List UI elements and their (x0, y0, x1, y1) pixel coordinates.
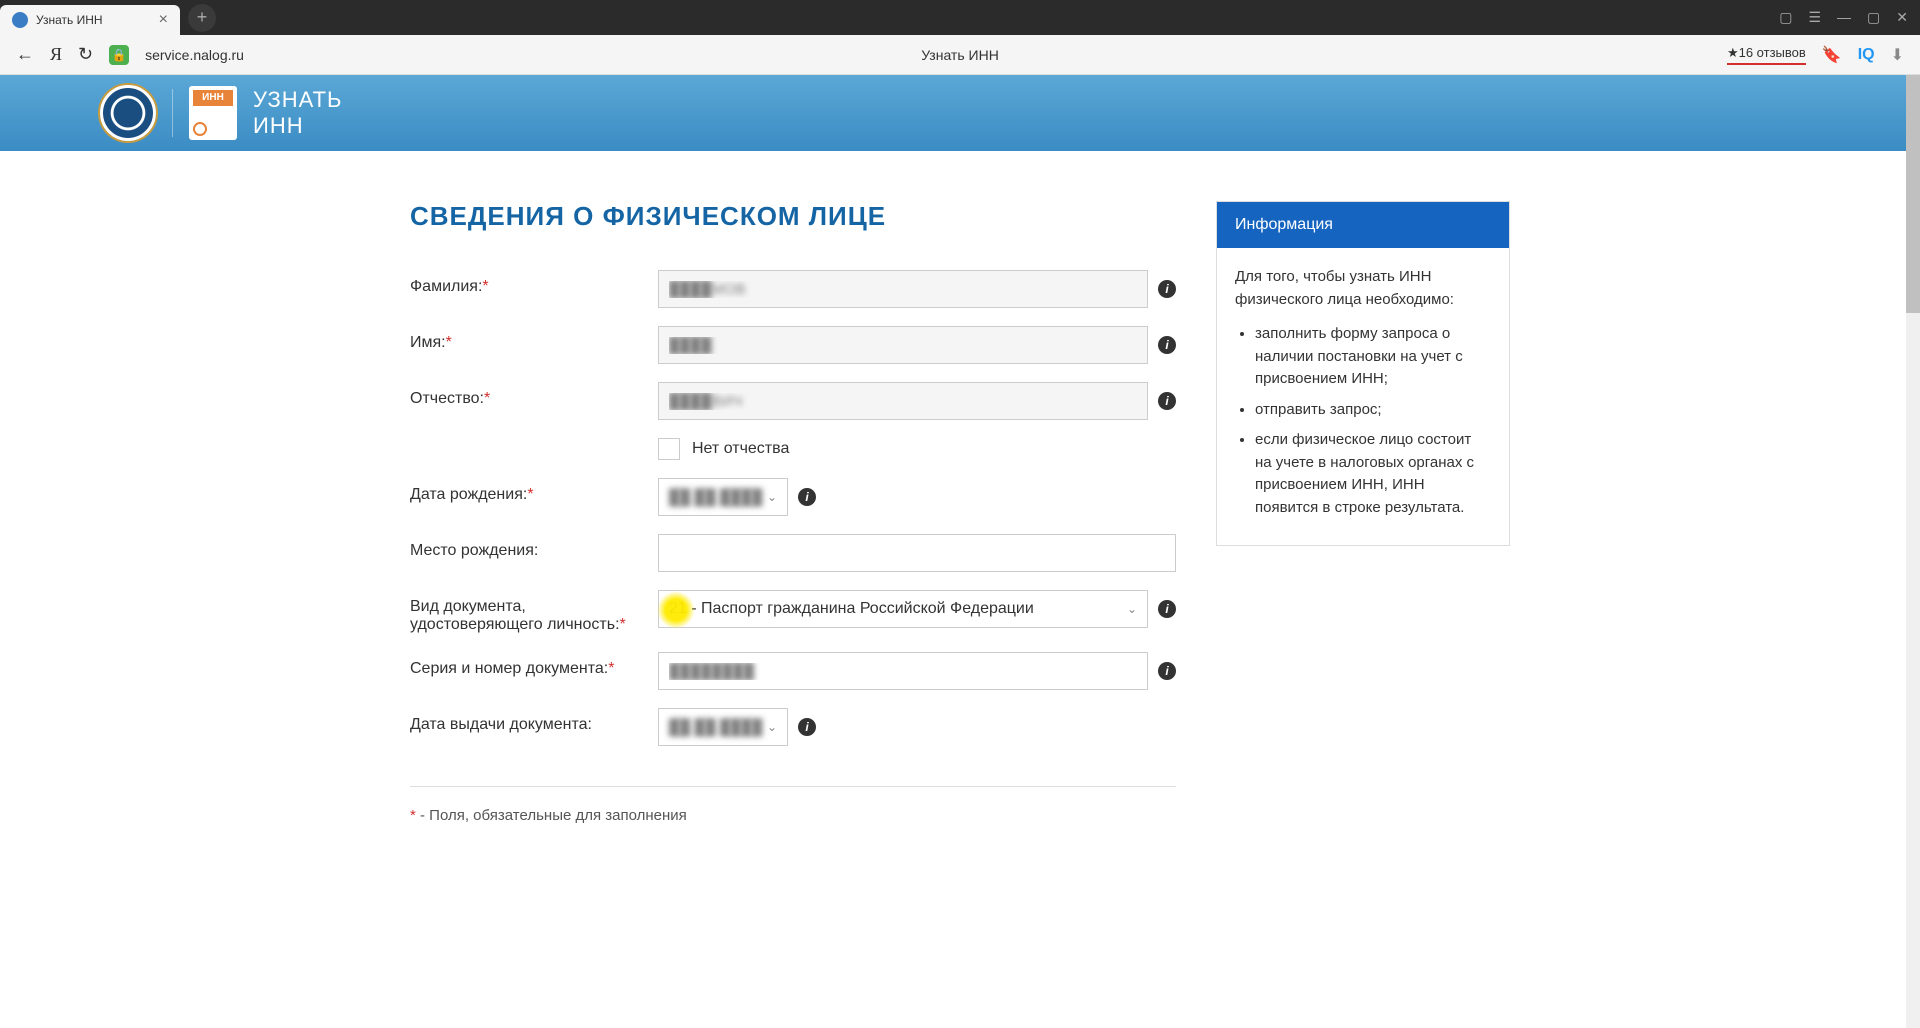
surname-row: Фамилия:* i (410, 270, 1176, 308)
info-box: Информация Для того, чтобы узнать ИНН фи… (1216, 201, 1510, 546)
info-body: Для того, чтобы узнать ИНН физического л… (1217, 248, 1509, 545)
name-input[interactable] (658, 326, 1148, 364)
minimize-button[interactable]: — (1837, 9, 1851, 26)
url-bar[interactable]: service.nalog.ru (145, 47, 244, 63)
chrome-controls-right: ▢ ☰ — ▢ ✕ (1779, 9, 1920, 26)
birthdate-input[interactable]: ██.██.████ ⌄ (658, 478, 788, 516)
birthdate-row: Дата рождения:* ██.██.████ ⌄ i (410, 478, 1176, 516)
doctype-selected-value: 21 - Паспорт гражданина Российской Федер… (669, 600, 1034, 618)
download-icon[interactable]: ⬇ (1891, 45, 1904, 65)
docnumber-info-icon[interactable]: i (1158, 662, 1176, 680)
tab-favicon-icon (12, 12, 28, 28)
menu-icon[interactable]: ☰ (1808, 9, 1821, 26)
docdate-info-icon[interactable]: i (798, 718, 816, 736)
doctype-select[interactable]: 21 - Паспорт гражданина Российской Федер… (658, 590, 1148, 628)
name-info-icon[interactable]: i (1158, 336, 1176, 354)
inn-document-icon (189, 86, 237, 140)
chevron-down-icon: ⌄ (767, 490, 777, 504)
patronymic-row: Отчество:* i Нет отчества (410, 382, 1176, 460)
no-patronymic-checkbox[interactable] (658, 438, 680, 460)
docdate-row: Дата выдачи документа: ██.██.████ ⌄ i (410, 708, 1176, 746)
info-item: заполнить форму запроса о наличии постан… (1255, 323, 1491, 391)
browser-tab[interactable]: Узнать ИНН × (0, 5, 180, 35)
birthplace-row: Место рождения: (410, 534, 1176, 572)
lock-icon[interactable]: 🔒 (109, 45, 129, 65)
browser-chrome: Узнать ИНН × + ▢ ☰ — ▢ ✕ (0, 0, 1920, 35)
info-sidebar: Информация Для того, чтобы узнать ИНН фи… (1216, 201, 1510, 824)
header-title: УЗНАТЬ ИНН (253, 87, 343, 140)
doctype-info-icon[interactable]: i (1158, 600, 1176, 618)
yandex-button[interactable]: Я (50, 44, 62, 65)
docdate-label: Дата выдачи документа: (410, 708, 658, 734)
bookmark-icon[interactable]: 🔖 (1822, 45, 1842, 65)
doctype-row: Вид документа, удостоверяющего личность:… (410, 590, 1176, 634)
surname-info-icon[interactable]: i (1158, 280, 1176, 298)
form-column: СВЕДЕНИЯ О ФИЗИЧЕСКОМ ЛИЦЕ Фамилия:* i И… (410, 201, 1176, 824)
info-list: заполнить форму запроса о наличии постан… (1235, 323, 1491, 519)
info-intro: Для того, чтобы узнать ИНН физического л… (1235, 266, 1491, 311)
tab-title: Узнать ИНН (36, 13, 151, 27)
patronymic-label: Отчество:* (410, 382, 658, 408)
window-controls: — ▢ ✕ (1837, 9, 1908, 26)
close-window-button[interactable]: ✕ (1896, 9, 1908, 26)
surname-label: Фамилия:* (410, 270, 658, 296)
no-patronymic-label: Нет отчества (692, 440, 789, 458)
surname-input[interactable] (658, 270, 1148, 308)
tab-close-button[interactable]: × (159, 11, 168, 29)
form-divider (410, 786, 1176, 787)
docdate-input[interactable]: ██.██.████ ⌄ (658, 708, 788, 746)
browser-toolbar: ← Я ↻ 🔒 service.nalog.ru Узнать ИНН ★16 … (0, 35, 1920, 75)
doctype-label: Вид документа, удостоверяющего личность:… (410, 590, 658, 634)
patronymic-info-icon[interactable]: i (1158, 392, 1176, 410)
reload-button[interactable]: ↻ (78, 44, 93, 65)
collections-icon[interactable]: ▢ (1779, 9, 1792, 26)
back-button[interactable]: ← (16, 44, 34, 65)
toolbar-right: ★16 отзывов 🔖 IQ ⬇ (1727, 45, 1904, 65)
patronymic-input[interactable] (658, 382, 1148, 420)
docnumber-label: Серия и номер документа:* (410, 652, 658, 678)
new-tab-button[interactable]: + (188, 4, 216, 32)
info-item: отправить запрос; (1255, 399, 1491, 422)
birthplace-label: Место рождения: (410, 534, 658, 560)
iq-icon[interactable]: IQ (1858, 46, 1875, 64)
scrollbar[interactable] (1906, 75, 1920, 1028)
name-label: Имя:* (410, 326, 658, 352)
birthdate-label: Дата рождения:* (410, 478, 658, 504)
header-title-line1: УЗНАТЬ (253, 87, 343, 113)
logo-divider (172, 89, 173, 137)
required-footnote: * - Поля, обязательные для заполнения (410, 807, 1176, 824)
chevron-down-icon: ⌄ (1127, 602, 1137, 616)
reviews-badge[interactable]: ★16 отзывов (1727, 45, 1806, 65)
info-heading: Информация (1217, 202, 1509, 248)
name-row: Имя:* i (410, 326, 1176, 364)
birthplace-input[interactable] (658, 534, 1176, 572)
birthdate-info-icon[interactable]: i (798, 488, 816, 506)
page-viewport: УЗНАТЬ ИНН СВЕДЕНИЯ О ФИЗИЧЕСКОМ ЛИЦЕ Фа… (0, 75, 1920, 1028)
maximize-button[interactable]: ▢ (1867, 9, 1880, 26)
docnumber-input[interactable] (658, 652, 1148, 690)
info-item: если физическое лицо состоит на учете в … (1255, 429, 1491, 519)
fns-logo-icon (100, 85, 156, 141)
page-title-center: Узнать ИНН (921, 47, 999, 63)
docnumber-row: Серия и номер документа:* i (410, 652, 1176, 690)
page-header: УЗНАТЬ ИНН (0, 75, 1920, 151)
no-patronymic-checkbox-wrap: Нет отчества (658, 438, 789, 460)
chevron-down-icon: ⌄ (767, 720, 777, 734)
section-title: СВЕДЕНИЯ О ФИЗИЧЕСКОМ ЛИЦЕ (410, 201, 1176, 232)
header-title-line2: ИНН (253, 113, 343, 139)
tab-bar: Узнать ИНН × + (0, 0, 216, 35)
